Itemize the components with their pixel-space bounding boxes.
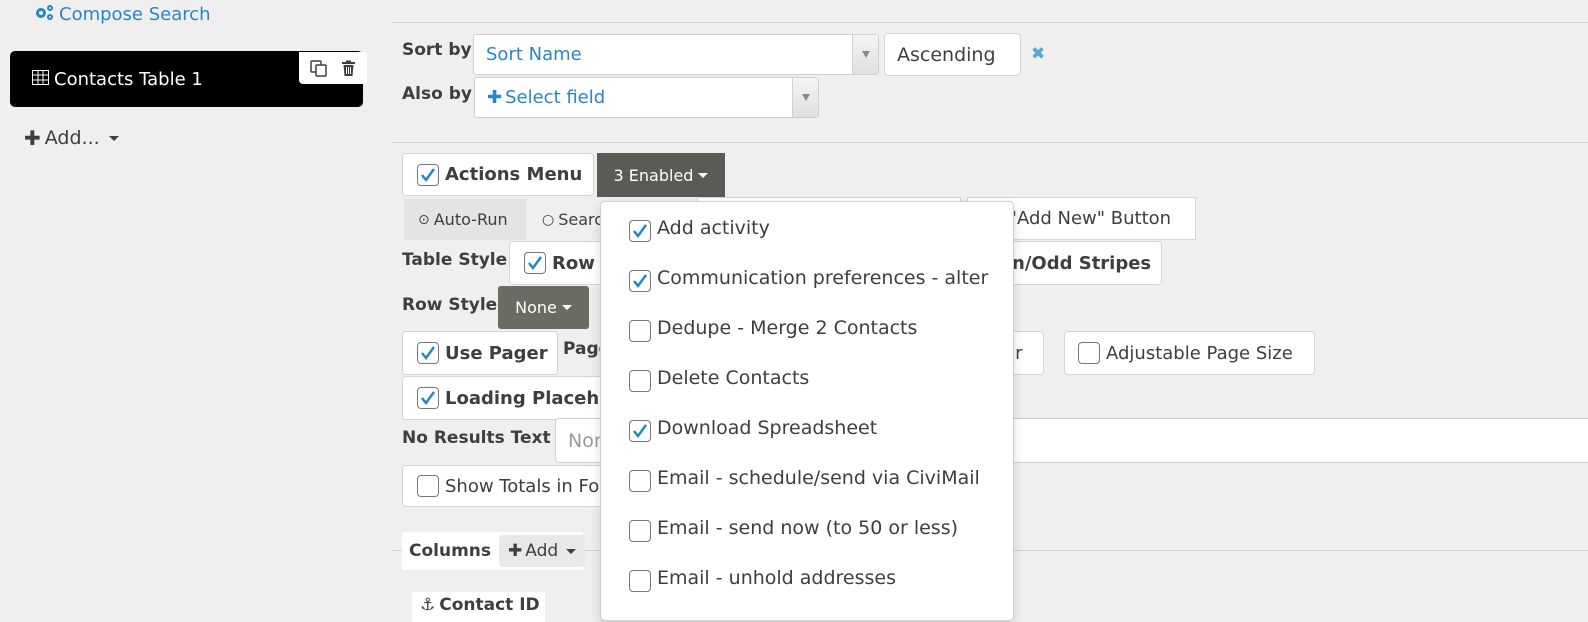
compose-search-label: Compose Search xyxy=(59,4,211,25)
column-item-contact-id[interactable]: ⚓ Contact ID xyxy=(412,592,545,622)
select-arrow[interactable] xyxy=(792,78,818,117)
action-label: Add activity xyxy=(657,217,770,239)
search-button-option[interactable]: ○ Searc xyxy=(526,199,606,240)
loading-placeholder-checkbox[interactable] xyxy=(417,387,439,409)
sort-field-select[interactable]: Sort Name xyxy=(473,34,879,75)
close-icon[interactable]: ✖ xyxy=(1031,44,1045,64)
also-by-placeholder: Select field xyxy=(505,87,606,108)
also-by-select[interactable]: ✚ Select field xyxy=(474,77,819,118)
action-label: Dedupe - Merge 2 Contacts xyxy=(657,317,918,339)
columns-label: Columns xyxy=(409,541,492,561)
gears-icon xyxy=(34,3,55,26)
row-style-value: None xyxy=(515,298,557,317)
actions-dropdown-item[interactable]: Delete Contacts xyxy=(629,367,809,392)
action-checkbox[interactable] xyxy=(629,220,651,242)
action-label: Download Spreadsheet xyxy=(657,417,878,439)
actions-dropdown-item[interactable]: Email - schedule/send via CiviMail xyxy=(629,467,980,492)
stripes-label: n/Odd Stripes xyxy=(1012,252,1152,274)
row-style-label: Row Style xyxy=(402,295,498,315)
also-by-label: Also by xyxy=(402,84,472,104)
add-display-button[interactable]: ✚ Add... xyxy=(12,117,128,159)
action-checkbox[interactable] xyxy=(629,420,651,442)
actions-menu-checkbox[interactable] xyxy=(417,163,439,186)
actions-dropdown-item[interactable]: Email - unhold addresses xyxy=(629,567,896,592)
row-hover-label: Row xyxy=(552,252,595,274)
sort-by-label: Sort by xyxy=(402,40,472,60)
action-checkbox[interactable] xyxy=(629,520,651,542)
action-checkbox[interactable] xyxy=(629,320,651,342)
action-label: Delete Contacts xyxy=(657,367,810,389)
no-results-placeholder: Nor xyxy=(568,429,602,452)
show-totals-checkbox[interactable] xyxy=(417,475,439,497)
caret-down-icon xyxy=(108,135,119,141)
caret-down-icon xyxy=(561,305,572,310)
adjustable-page-size-checkbox[interactable] xyxy=(1078,342,1100,364)
actions-enabled-button[interactable]: 3 Enabled xyxy=(597,153,725,197)
check-circle-icon: ⊙ xyxy=(418,211,430,228)
use-pager-label: Use Pager xyxy=(445,342,548,364)
no-results-label: No Results Text xyxy=(402,428,551,448)
actions-dropdown-item[interactable]: Communication preferences - alter xyxy=(629,267,988,292)
action-label: Email - send now (to 50 or less) xyxy=(657,517,959,539)
caret-down-icon xyxy=(566,548,577,554)
sort-direction-select[interactable]: Ascending xyxy=(884,33,1021,76)
adjustable-page-size-label: Adjustable Page Size xyxy=(1106,342,1293,364)
add-column-label: Add xyxy=(525,541,559,561)
column-label: Contact ID xyxy=(439,595,540,615)
actions-dropdown-item[interactable]: Add activity xyxy=(629,217,770,242)
columns-header: Columns ✚ Add xyxy=(402,532,586,570)
table-icon xyxy=(32,69,49,90)
loading-placeholder-label: Loading Placeho xyxy=(445,387,612,409)
row-style-dropdown[interactable]: None xyxy=(498,286,589,329)
plus-icon: ✚ xyxy=(487,87,503,108)
action-checkbox[interactable] xyxy=(629,470,651,492)
plus-icon: ✚ xyxy=(508,541,523,561)
triangle-down-icon xyxy=(801,94,810,101)
display-item-label: Contacts Table 1 xyxy=(54,68,203,90)
compose-search-link[interactable]: Compose Search xyxy=(34,3,211,26)
actions-menu-label: Actions Menu xyxy=(445,164,583,185)
action-checkbox[interactable] xyxy=(629,570,651,592)
table-style-label: Table Style xyxy=(402,250,508,270)
show-totals-label: Show Totals in Fo xyxy=(445,475,600,497)
anchor-icon: ⚓ xyxy=(420,595,436,615)
triangle-down-icon xyxy=(861,51,870,58)
divider xyxy=(393,142,1588,143)
divider xyxy=(393,22,1588,23)
sort-field-value: Sort Name xyxy=(486,44,582,65)
use-pager-toggle[interactable]: Use Pager xyxy=(402,331,558,375)
action-label: Email - schedule/send via CiviMail xyxy=(657,467,980,489)
circle-icon: ○ xyxy=(542,211,555,228)
actions-dropdown-item[interactable]: Email - send now (to 50 or less) xyxy=(629,517,958,542)
use-pager-checkbox[interactable] xyxy=(417,342,439,364)
show-totals-toggle[interactable]: Show Totals in Fo xyxy=(402,465,622,507)
actions-dropdown-menu: Add activity Communication preferences - … xyxy=(600,201,1014,621)
add-new-button-label: 'Add New" Button xyxy=(1012,208,1172,229)
loading-placeholder-toggle[interactable]: Loading Placeho xyxy=(402,376,622,420)
auto-run-button[interactable]: ⊙ Auto-Run xyxy=(404,199,526,240)
search-button-label: Searc xyxy=(558,210,604,229)
actions-enabled-label: 3 Enabled xyxy=(613,165,694,185)
caret-down-icon xyxy=(698,172,709,178)
select-arrow[interactable] xyxy=(852,35,878,74)
trash-icon[interactable] xyxy=(340,60,357,77)
row-hover-checkbox[interactable] xyxy=(524,252,546,274)
actions-dropdown-item[interactable]: Dedupe - Merge 2 Contacts xyxy=(629,317,917,342)
auto-run-label: Auto-Run xyxy=(433,210,508,229)
actions-menu-toggle[interactable]: Actions Menu xyxy=(402,153,594,196)
plus-icon: ✚ xyxy=(24,126,41,150)
adjustable-page-size-toggle[interactable]: Adjustable Page Size xyxy=(1064,331,1315,375)
clone-icon[interactable] xyxy=(309,59,327,77)
add-column-button[interactable]: ✚ Add xyxy=(499,535,586,567)
action-label: Email - unhold addresses xyxy=(657,567,897,589)
actions-dropdown-item[interactable]: Download Spreadsheet xyxy=(629,417,877,442)
action-label: Communication preferences - alter xyxy=(657,267,989,289)
display-item-actions xyxy=(299,52,367,84)
add-display-label: Add... xyxy=(44,127,100,149)
action-checkbox[interactable] xyxy=(629,270,651,292)
action-checkbox[interactable] xyxy=(629,370,651,392)
sort-direction-value: Ascending xyxy=(897,43,996,66)
